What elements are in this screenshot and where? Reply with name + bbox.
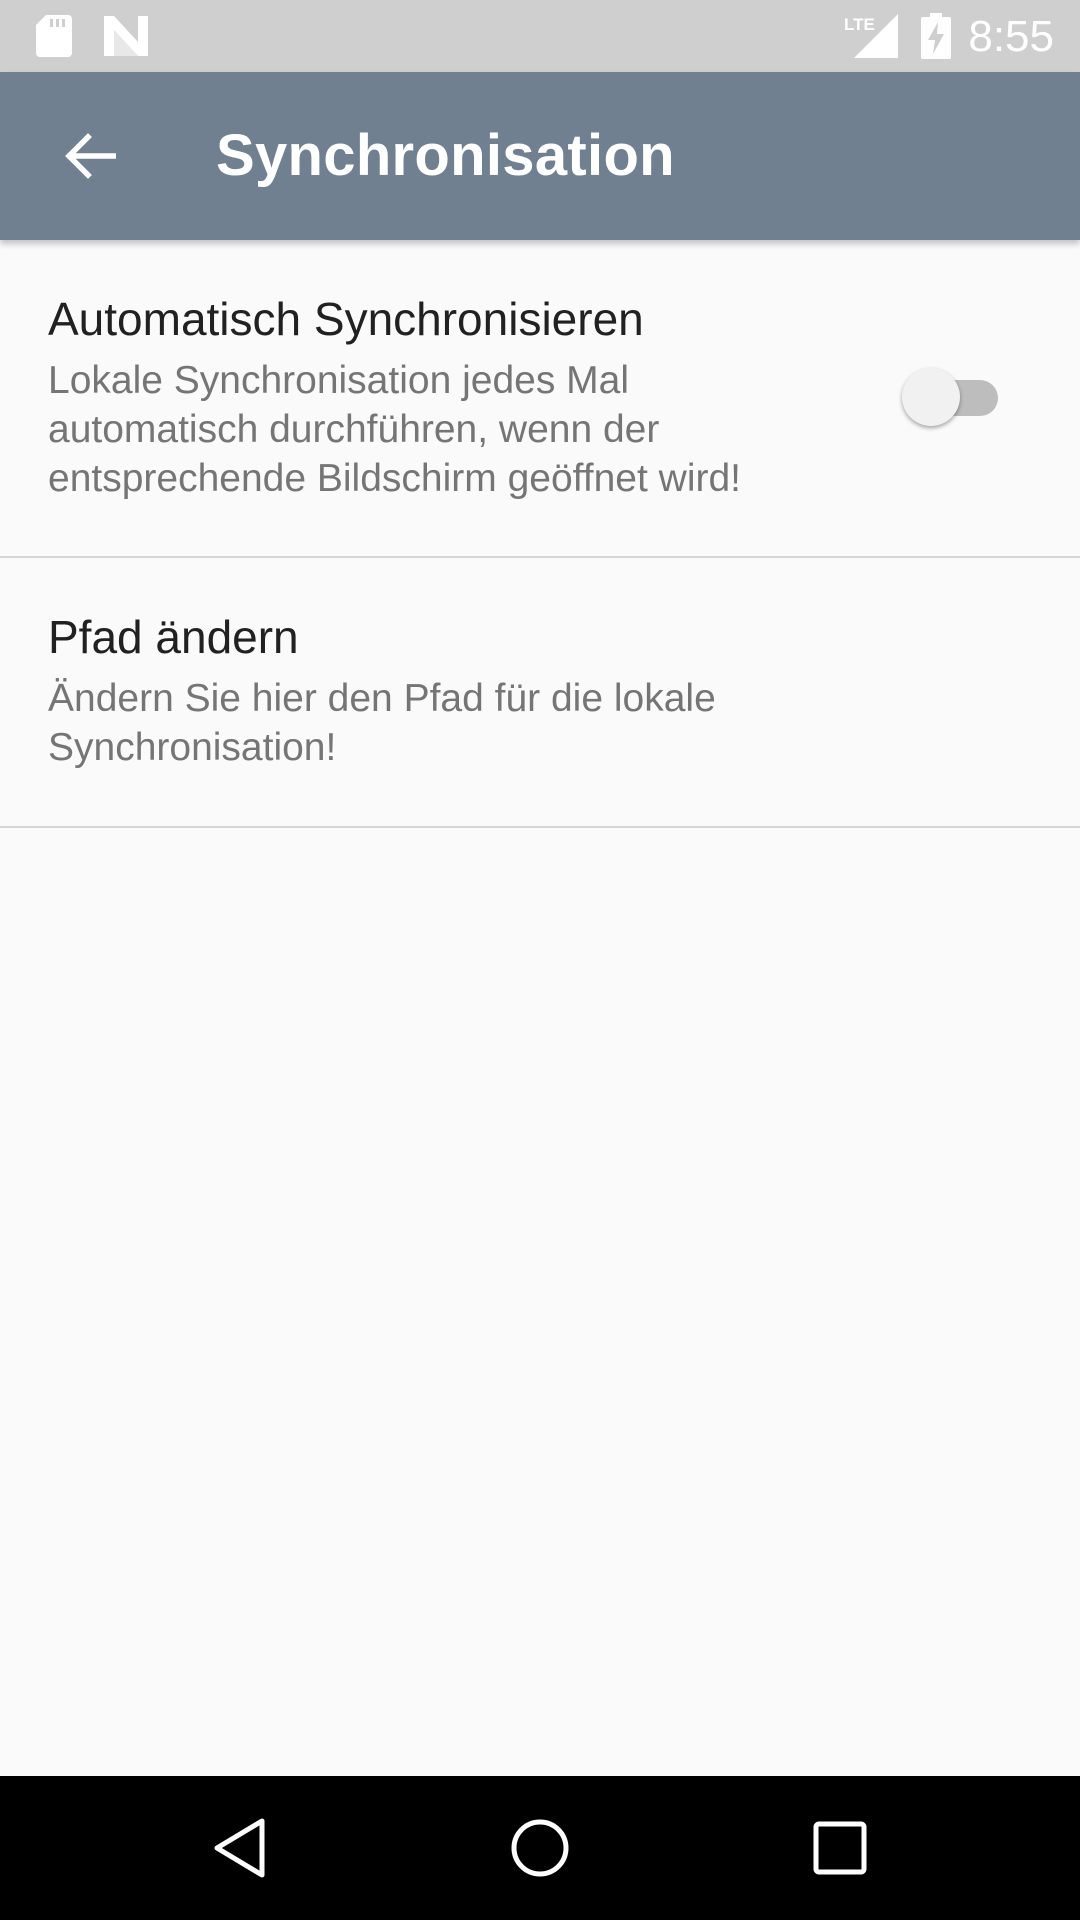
nav-home-button[interactable] (490, 1798, 590, 1898)
n-logo-icon (104, 0, 148, 72)
battery-charging-icon (921, 0, 951, 72)
status-time: 8:55 (968, 12, 1054, 61)
nav-recents-button[interactable] (790, 1798, 890, 1898)
preference-summary: Lokale Synchronisation jedes Mal automat… (48, 359, 741, 500)
nav-back-icon (214, 1818, 265, 1878)
app-bar: Synchronisation (0, 72, 1080, 240)
nav-home-icon (511, 1819, 569, 1877)
signal-icon: LTE (842, 0, 898, 72)
preference-title: Pfad ändern (48, 611, 299, 663)
preference-title: Automatisch Synchronisieren (48, 293, 644, 345)
network-type-label: LTE (844, 15, 875, 34)
preference-summary: Ändern Sie hier den Pfad für die lokale … (48, 677, 716, 769)
settings-list: Automatisch Synchronisieren Lokale Synch… (0, 240, 1080, 828)
auto-sync-switch[interactable] (900, 368, 1000, 428)
nav-back-button[interactable] (190, 1798, 290, 1898)
nav-recents-icon (813, 1821, 867, 1875)
switch-thumb (902, 368, 960, 426)
page-title: Synchronisation (216, 123, 675, 188)
back-button[interactable] (44, 110, 136, 202)
sd-card-icon (36, 0, 72, 72)
navigation-bar (0, 1776, 1080, 1920)
settings-screen: LTE 8:55 Synchronisation Automatisch Syn… (0, 0, 1080, 1920)
status-bar: LTE 8:55 (0, 0, 1080, 72)
preference-change-path[interactable]: Pfad ändern Ändern Sie hier den Pfad für… (0, 558, 1080, 828)
preference-auto-sync[interactable]: Automatisch Synchronisieren Lokale Synch… (0, 240, 1080, 558)
arrow-back-icon (65, 133, 116, 179)
